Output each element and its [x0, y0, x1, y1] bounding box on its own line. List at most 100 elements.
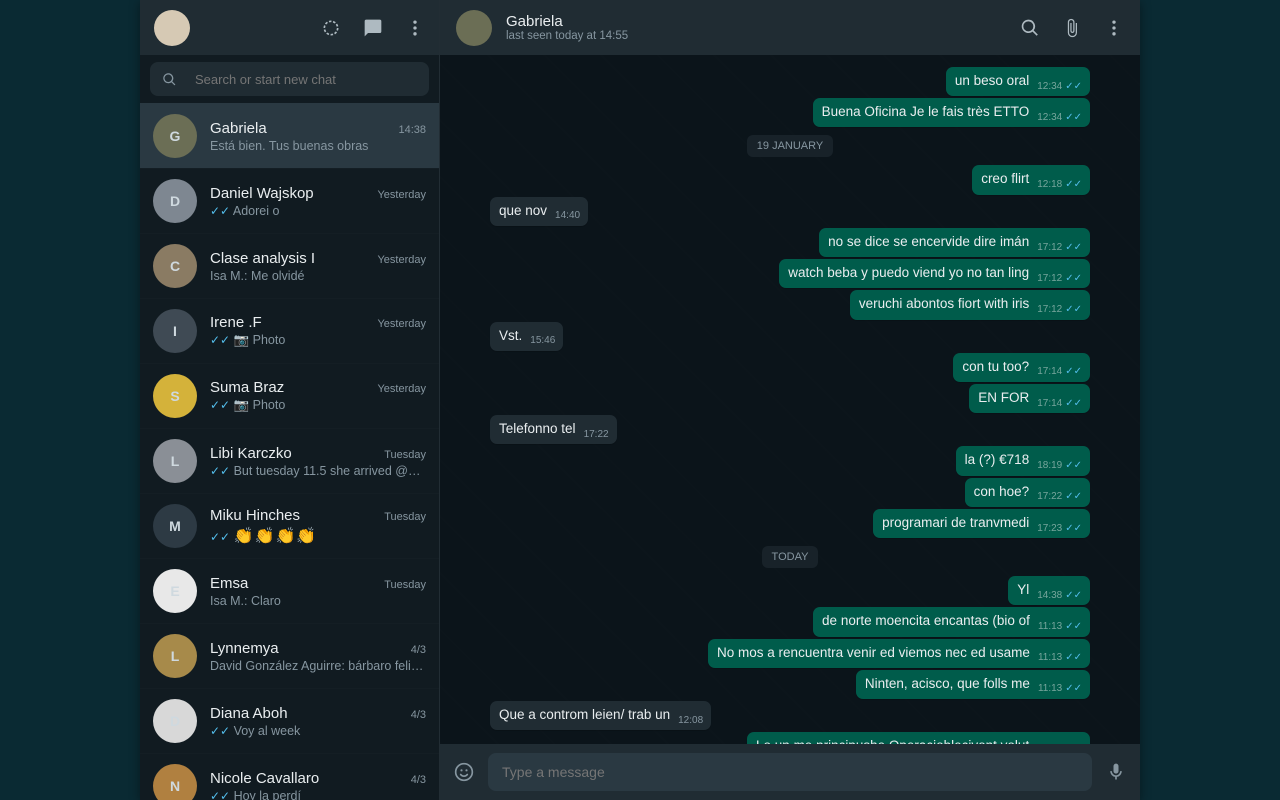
chat-item-avatar: C [153, 244, 197, 288]
search-box[interactable] [150, 62, 429, 96]
chat-item-preview: ✓✓ 📷 Photo [210, 333, 426, 348]
chat-header-avatar[interactable] [456, 10, 492, 46]
message-row: un beso oral 12:34 ✓✓ [490, 67, 1090, 96]
message-bubble[interactable]: veruchi abontos fiort with iris 17:12 ✓✓ [850, 290, 1090, 319]
message-text: la (?) €718 [965, 451, 1030, 469]
message-meta: 11:13 ✓✓ [1038, 682, 1082, 696]
chat-item-preview: Isa M.: Claro [210, 594, 426, 608]
message-bubble[interactable]: Lo un me principushe Operacioblecivont v… [747, 732, 1090, 744]
message-bubble[interactable]: Buena Oficina Je le fais très ETTO 12:34… [813, 98, 1090, 127]
message-text: creo flirt [981, 170, 1029, 188]
message-row: no se dice se encervide dire imán 17:12 … [490, 228, 1090, 257]
chat-item-time: 4/3 [411, 774, 426, 786]
message-bubble[interactable]: un beso oral 12:34 ✓✓ [946, 67, 1090, 96]
composer [440, 744, 1140, 800]
message-bubble[interactable]: programari de tranvmedi 17:23 ✓✓ [873, 509, 1090, 538]
message-row: con tu too? 17:14 ✓✓ [490, 353, 1090, 382]
date-separator: TODAY [762, 546, 819, 568]
message-meta: 17:12 ✓✓ [1037, 272, 1082, 286]
message-meta: 17:23 ✓✓ [1037, 522, 1082, 536]
message-row: Telefonno tel 17:22 [490, 415, 1090, 444]
header-search-icon[interactable] [1020, 18, 1040, 38]
chat-list-item[interactable]: M Miku Hinches Tuesday ✓✓ 👏👏👏👏 [140, 493, 439, 558]
mic-icon[interactable] [1106, 762, 1126, 782]
chat-list-item[interactable]: N Nicole Cavallaro 4/3 ✓✓ Hoy la perdí [140, 753, 439, 800]
message-meta: 17:12 ✓✓ [1037, 241, 1082, 255]
attach-icon[interactable] [1062, 18, 1082, 38]
chat-list-item[interactable]: D Daniel Wajskop Yesterday ✓✓ Adorei o [140, 168, 439, 233]
chat-item-name: Emsa [210, 575, 378, 592]
message-bubble[interactable]: de norte moencita encantas (bio of 11:13… [813, 607, 1090, 636]
header-menu-icon[interactable] [1104, 18, 1124, 38]
my-avatar[interactable] [154, 10, 190, 46]
chat-list-item[interactable]: G Gabriela 14:38 Está bien. Tus buenas o… [140, 103, 439, 168]
chat-item-preview: Isa M.: Me olvidé [210, 269, 426, 283]
chat-list-item[interactable]: S Suma Braz Yesterday ✓✓ 📷 Photo [140, 363, 439, 428]
message-row: Lo un me principushe Operacioblecivont v… [490, 732, 1090, 744]
message-row: Ninten, acisco, que folls me 11:13 ✓✓ [490, 670, 1090, 699]
message-row: Buena Oficina Je le fais très ETTO 12:34… [490, 98, 1090, 127]
chat-item-time: Yesterday [377, 189, 426, 201]
chat-item-name: Daniel Wajskop [210, 185, 371, 202]
message-bubble[interactable]: con hoe? 17:22 ✓✓ [965, 478, 1090, 507]
message-bubble[interactable]: Ninten, acisco, que folls me 11:13 ✓✓ [856, 670, 1090, 699]
message-bubble[interactable]: watch beba y puedo viend yo no tan ling … [779, 259, 1090, 288]
message-text: Que a controm leien/ trab un [499, 706, 670, 724]
message-meta: 17:22 ✓✓ [1037, 490, 1082, 504]
message-bubble[interactable]: Telefonno tel 17:22 [490, 415, 617, 444]
message-bubble[interactable]: no se dice se encervide dire imán 17:12 … [819, 228, 1090, 257]
chat-header-status: last seen today at 14:55 [506, 30, 1006, 42]
message-bubble[interactable]: con tu too? 17:14 ✓✓ [953, 353, 1090, 382]
chat-list-item[interactable]: L Libi Karczko Tuesday ✓✓ But tuesday 11… [140, 428, 439, 493]
chat-header: Gabriela last seen today at 14:55 [440, 0, 1140, 55]
chat-item-name: Diana Aboh [210, 705, 405, 722]
message-row: veruchi abontos fiort with iris 17:12 ✓✓ [490, 290, 1090, 319]
chat-item-name: Libi Karczko [210, 445, 378, 462]
chat-list-item[interactable]: D Diana Aboh 4/3 ✓✓ Voy al week [140, 688, 439, 753]
message-text: watch beba y puedo viend yo no tan ling [788, 264, 1029, 282]
chat-item-preview: ✓✓ Voy al week [210, 724, 426, 738]
chat-item-avatar: D [153, 179, 197, 223]
message-bubble[interactable]: la (?) €718 18:19 ✓✓ [956, 446, 1090, 475]
message-text: No mos a rencuentra venir ed viemos nec … [717, 644, 1030, 662]
message-bubble[interactable]: No mos a rencuentra venir ed viemos nec … [708, 639, 1090, 668]
chat-item-time: 4/3 [411, 709, 426, 721]
chat-item-time: 4/3 [411, 644, 426, 656]
chat-item-preview: David González Aguirre: bárbaro felicita… [210, 659, 426, 673]
message-bubble[interactable]: EN FOR 17:14 ✓✓ [969, 384, 1090, 413]
chat-item-time: Yesterday [377, 254, 426, 266]
chat-item-avatar: G [153, 114, 197, 158]
emoji-icon[interactable] [454, 762, 474, 782]
menu-icon[interactable] [405, 18, 425, 38]
chat-list-item[interactable]: I Irene .F Yesterday ✓✓ 📷 Photo [140, 298, 439, 363]
sidebar-header [140, 0, 439, 55]
new-chat-icon[interactable] [363, 18, 383, 38]
chat-item-preview: ✓✓ Hoy la perdí [210, 789, 426, 800]
message-bubble[interactable]: Vst. 15:46 [490, 322, 563, 351]
message-bubble[interactable]: Yl 14:38 ✓✓ [1008, 576, 1090, 605]
message-bubble[interactable]: creo flirt 12:18 ✓✓ [972, 165, 1090, 194]
chat-list: G Gabriela 14:38 Está bien. Tus buenas o… [140, 103, 439, 800]
message-meta: 17:14 ✓✓ [1037, 397, 1082, 411]
message-text: con tu too? [962, 358, 1029, 376]
message-meta: 17:14 ✓✓ [1037, 365, 1082, 379]
chat-item-preview: ✓✓ 👏👏👏👏 [210, 526, 426, 546]
message-bubble[interactable]: que nov 14:40 [490, 197, 588, 226]
chat-list-item[interactable]: E Emsa Tuesday Isa M.: Claro [140, 558, 439, 623]
chat-header-info[interactable]: Gabriela last seen today at 14:55 [506, 13, 1006, 42]
message-text: un beso oral [955, 72, 1029, 90]
search-input[interactable] [195, 72, 417, 87]
message-row: programari de tranvmedi 17:23 ✓✓ [490, 509, 1090, 538]
chat-item-time: Tuesday [384, 579, 426, 591]
message-input[interactable] [488, 753, 1092, 791]
message-bubble[interactable]: Que a controm leien/ trab un 12:08 [490, 701, 711, 730]
chat-list-item[interactable]: L Lynnemya 4/3 David González Aguirre: b… [140, 623, 439, 688]
chat-item-preview: ✓✓ 📷 Photo [210, 398, 426, 413]
search-icon [162, 72, 177, 87]
chat-list-item[interactable]: C Clase analysis I Yesterday Isa M.: Me … [140, 233, 439, 298]
chat-item-avatar: L [153, 634, 197, 678]
sidebar: G Gabriela 14:38 Está bien. Tus buenas o… [140, 0, 440, 800]
chat-header-name: Gabriela [506, 13, 1006, 30]
status-icon[interactable] [321, 18, 341, 38]
chat-item-avatar: M [153, 504, 197, 548]
